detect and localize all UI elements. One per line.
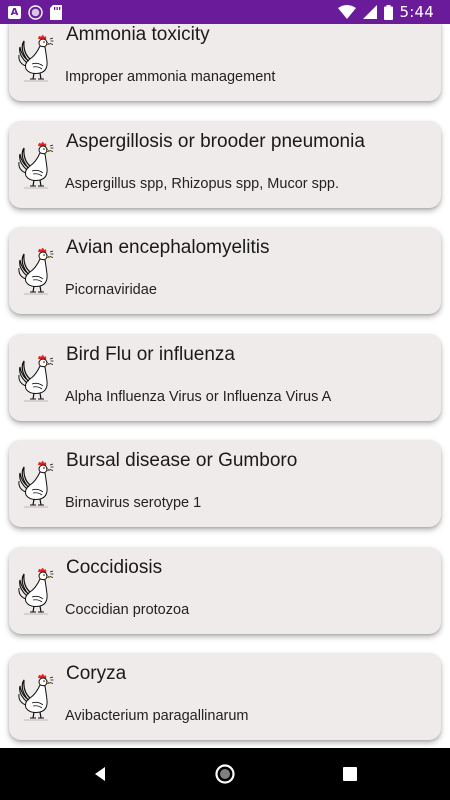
rooster-icon [18, 566, 54, 616]
disease-title: Avian encephalomyelitis [66, 237, 270, 258]
disease-cause: Avibacterium paragallinarum [65, 708, 249, 724]
disease-card[interactable]: Coryza Avibacterium paragallinarum [9, 653, 441, 740]
rooster-icon [18, 246, 54, 296]
clock: 5:44 [399, 3, 434, 21]
a-notification-icon: A [8, 5, 21, 19]
rooster-icon [18, 672, 54, 722]
disease-title: Bird Flu or influenza [66, 343, 235, 365]
status-right-icons: 5:44 [337, 3, 434, 21]
status-bar: A 5:44 [0, 0, 450, 24]
disease-cause: Improper ammonia management [65, 69, 276, 85]
signal-icon [362, 5, 377, 19]
disease-cause: Alpha Influenza Virus or Influenza Virus… [65, 388, 332, 405]
disease-list[interactable]: Ammonia toxicity Improper ammonia manage… [0, 24, 450, 748]
rooster-icon [18, 33, 54, 83]
disease-card[interactable]: Avian encephalomyelitis Picornaviridae [9, 227, 441, 314]
disease-card[interactable]: Aspergillosis or brooder pneumonia Asper… [9, 120, 441, 208]
disease-card[interactable]: Bursal disease or Gumboro Birnavirus ser… [9, 440, 441, 527]
battery-icon [383, 4, 393, 20]
rooster-icon [18, 353, 54, 403]
sd-card-icon [50, 4, 62, 20]
navigation-bar [0, 748, 450, 800]
back-icon[interactable] [88, 762, 112, 786]
rooster-icon [18, 140, 54, 190]
wifi-icon [337, 5, 356, 19]
status-left-icons: A [8, 4, 62, 20]
disease-card[interactable]: Coccidiosis Coccidian protozoa [9, 546, 441, 634]
disease-cause: Birnavirus serotype 1 [65, 495, 202, 511]
rooster-icon [18, 459, 54, 509]
recents-icon[interactable] [338, 762, 362, 786]
disease-title: Ammonia toxicity [66, 24, 210, 45]
circle-notification-icon [28, 4, 43, 20]
disease-cause: Picornaviridae [65, 282, 157, 298]
disease-cause: Coccidian protozoa [65, 601, 190, 618]
disease-cause: Aspergillus spp, Rhizopus spp, Mucor spp… [65, 175, 340, 192]
disease-title: Coccidiosis [66, 556, 163, 578]
disease-title: Bursal disease or Gumboro [66, 450, 298, 471]
home-icon[interactable] [213, 762, 237, 786]
disease-card[interactable]: Ammonia toxicity Improper ammonia manage… [9, 24, 441, 101]
disease-title: Coryza [66, 663, 127, 684]
disease-card[interactable]: Bird Flu or influenza Alpha Influenza Vi… [9, 333, 441, 421]
disease-title: Aspergillosis or brooder pneumonia [66, 130, 365, 152]
